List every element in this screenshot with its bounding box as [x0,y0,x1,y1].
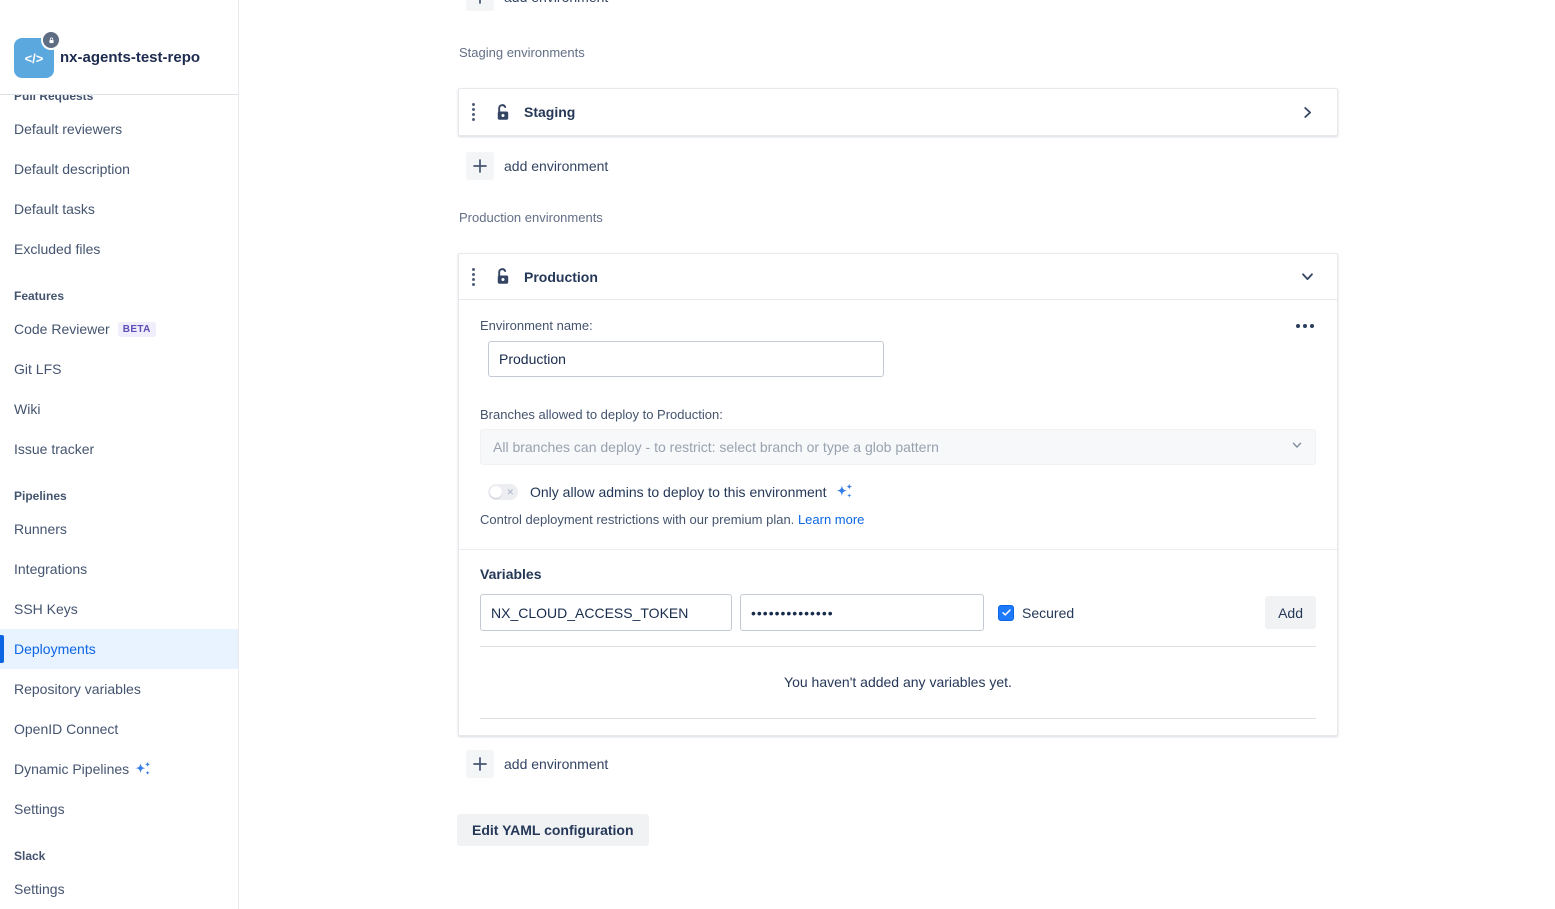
repo-name: nx-agents-test-repo [60,49,200,66]
code-avatar-icon: </> [25,51,44,66]
chevron-right-icon[interactable] [1295,100,1319,124]
beta-badge: BETA [118,322,156,337]
learn-more-link[interactable]: Learn more [798,512,864,527]
variable-name-input[interactable] [480,594,732,631]
sidebar-item-dynamic-pipelines[interactable]: Dynamic Pipelines [0,749,238,789]
meatball-menu-icon[interactable] [1294,320,1316,332]
plus-icon [466,152,494,180]
sidebar-item-default-tasks[interactable]: Default tasks [0,189,238,229]
production-card-header[interactable]: Production [459,254,1337,300]
plus-icon [466,0,494,11]
variables-title: Variables [480,566,1316,582]
sidebar-item-code-reviewer[interactable]: Code Reviewer BETA [0,309,238,349]
staging-environment-card: Staging [458,88,1338,136]
chevron-down-icon [1291,438,1303,456]
add-variable-button[interactable]: Add [1265,596,1316,629]
staging-card-title: Staging [524,104,575,120]
staging-card-header[interactable]: Staging [459,89,1337,135]
branches-select-placeholder: All branches can deploy - to restrict: s… [493,439,1291,455]
branches-allowed-label: Branches allowed to deploy to Production… [459,407,1337,422]
production-card-title: Production [524,269,598,285]
sidebar-item-default-description[interactable]: Default description [0,149,238,189]
sparkles-icon [834,481,855,502]
environment-name-input[interactable] [488,341,884,377]
sidebar-item-ssh-keys[interactable]: SSH Keys [0,589,238,629]
add-environment-button-staging[interactable]: add environment [458,152,608,180]
sidebar-repo-header: </> nx-agents-test-repo [0,0,238,95]
nav-section-features: Features [0,283,238,309]
branches-select[interactable]: All branches can deploy - to restrict: s… [480,429,1316,465]
production-environments-label: Production environments [459,210,1338,225]
lock-badge-icon [43,32,59,48]
premium-plan-text: Control deployment restrictions with our… [480,512,794,527]
admins-only-toggle[interactable]: ✕ [488,484,518,500]
sparkles-icon [133,759,153,779]
sidebar-item-wiki[interactable]: Wiki [0,389,238,429]
deployments-settings-main: add environment Staging environments Sta… [458,0,1338,846]
staging-environments-label: Staging environments [459,45,1338,60]
variables-empty-text: You haven't added any variables yet. [480,674,1316,690]
sidebar-item-openid-connect[interactable]: OpenID Connect [0,709,238,749]
production-card-body: Environment name: Branches allowed to de… [459,318,1337,735]
sidebar-item-repository-variables[interactable]: Repository variables [0,669,238,709]
sidebar-item-git-lfs[interactable]: Git LFS [0,349,238,389]
admins-only-toggle-label: Only allow admins to deploy to this envi… [530,484,826,500]
sidebar-item-integrations[interactable]: Integrations [0,549,238,589]
drag-handle-icon[interactable] [468,103,478,121]
lock-open-icon [493,103,512,122]
plus-icon [466,750,494,778]
settings-sidebar: </> nx-agents-test-repo Pull Requests De… [0,0,239,909]
sidebar-item-runners[interactable]: Runners [0,509,238,549]
sidebar-item-default-reviewers[interactable]: Default reviewers [0,109,238,149]
toggle-off-icon: ✕ [506,486,514,498]
environment-name-label: Environment name: [480,318,593,333]
checkbox-checked-icon[interactable] [998,605,1014,621]
secured-checkbox-wrap[interactable]: Secured [998,605,1074,621]
sidebar-item-pipelines-settings[interactable]: Settings [0,789,238,829]
section-divider [459,549,1337,550]
nav-section-pipelines: Pipelines [0,483,238,509]
drag-handle-icon[interactable] [468,268,478,286]
edit-yaml-configuration-button[interactable]: Edit YAML configuration [457,814,649,846]
secured-label: Secured [1022,605,1074,621]
nav-section-slack: Slack [0,843,238,869]
sidebar-item-slack-settings[interactable]: Settings [0,869,238,909]
add-environment-button-top[interactable]: add environment [458,0,608,11]
repo-avatar[interactable]: </> [14,38,54,78]
sidebar-item-issue-tracker[interactable]: Issue tracker [0,429,238,469]
sidebar-item-excluded-files[interactable]: Excluded files [0,229,238,269]
variable-value-input[interactable] [740,594,984,631]
production-environment-card: Production Environment name: Branches al… [458,253,1338,736]
sidebar-item-deployments[interactable]: Deployments [0,629,238,669]
lock-open-icon [493,267,512,286]
chevron-down-icon[interactable] [1295,265,1319,289]
sidebar-nav: Pull Requests Default reviewers Default … [0,95,238,909]
variables-divider [480,646,1316,647]
add-environment-button-production[interactable]: add environment [458,750,608,778]
